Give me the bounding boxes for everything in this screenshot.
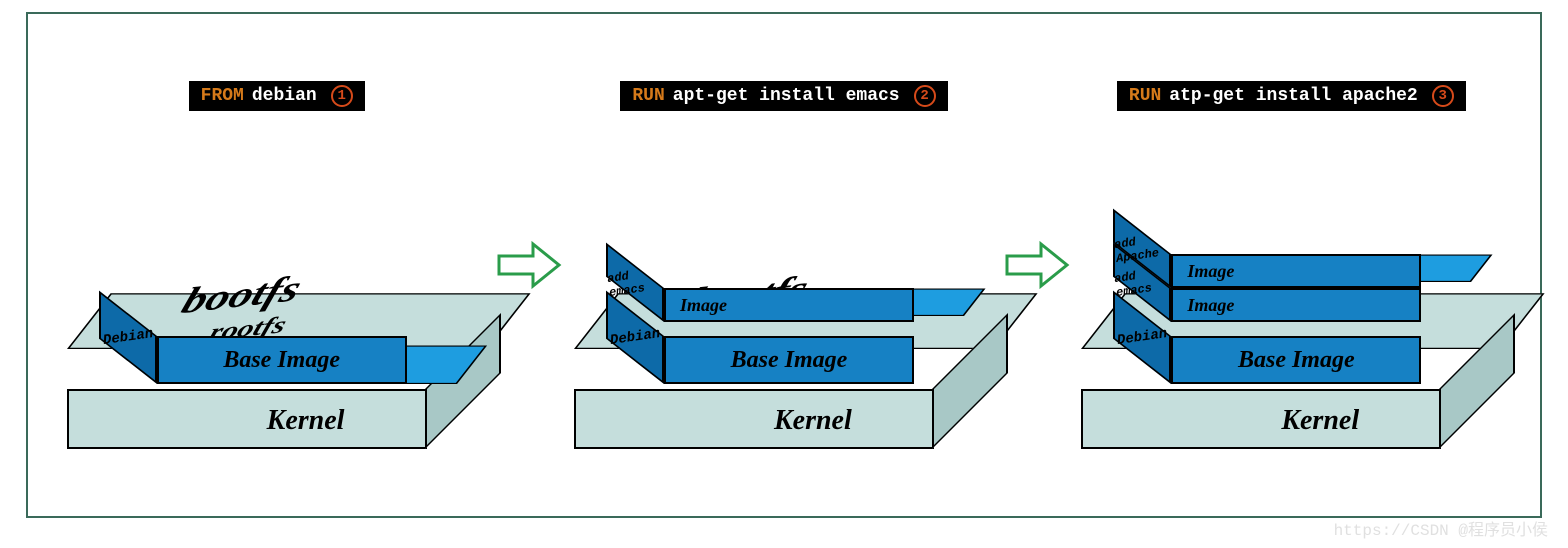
layer-front: Image bbox=[664, 288, 914, 322]
column-2: RUN apt-get install emacs 2 bootfs Kerne… bbox=[565, 81, 1002, 449]
column-1: FROM debian 1 bootfs Kernel rootfs Debia… bbox=[58, 81, 495, 449]
layer-front: Base Image bbox=[664, 336, 914, 384]
layer-front: Image bbox=[1171, 288, 1421, 322]
step-badge: 3 bbox=[1432, 85, 1454, 107]
command-label-2: RUN apt-get install emacs 2 bbox=[620, 81, 947, 111]
command-text: debian bbox=[252, 86, 317, 106]
arrow-icon bbox=[495, 240, 565, 290]
kernel-label: Kernel bbox=[774, 405, 852, 437]
kernel-label: Kernel bbox=[267, 405, 345, 437]
stack-1: bootfs Kernel rootfs Debian Base Image bbox=[67, 129, 487, 449]
columns: FROM debian 1 bootfs Kernel rootfs Debia… bbox=[28, 14, 1540, 516]
step-badge: 1 bbox=[331, 85, 353, 107]
layer-front: Base Image bbox=[1171, 336, 1421, 384]
keyword: RUN bbox=[1129, 86, 1161, 106]
platform-front bbox=[1081, 389, 1441, 449]
layer-front: Image bbox=[1171, 254, 1421, 288]
command-text: apt-get install emacs bbox=[673, 86, 900, 106]
platform-front bbox=[67, 389, 427, 449]
keyword: FROM bbox=[201, 86, 244, 106]
watermark: https://CSDN @程序员小侯 bbox=[1334, 516, 1548, 540]
kernel-label: Kernel bbox=[1281, 405, 1359, 437]
platform-front bbox=[574, 389, 934, 449]
layer-front: Base Image bbox=[157, 336, 407, 384]
command-label-3: RUN atp-get install apache2 3 bbox=[1117, 81, 1466, 111]
column-3: RUN atp-get install apache2 3 bootfs Ker… bbox=[1073, 81, 1510, 449]
keyword: RUN bbox=[632, 86, 664, 106]
stack-2: bootfs Kernel Debian Base Image add emac… bbox=[574, 129, 994, 449]
step-badge: 2 bbox=[914, 85, 936, 107]
command-label-1: FROM debian 1 bbox=[189, 81, 365, 111]
stack-3: bootfs Kernel Debian Base Image add emac… bbox=[1081, 129, 1501, 449]
diagram-frame: FROM debian 1 bootfs Kernel rootfs Debia… bbox=[26, 12, 1542, 518]
arrow-icon bbox=[1003, 240, 1073, 290]
command-text: atp-get install apache2 bbox=[1169, 86, 1417, 106]
